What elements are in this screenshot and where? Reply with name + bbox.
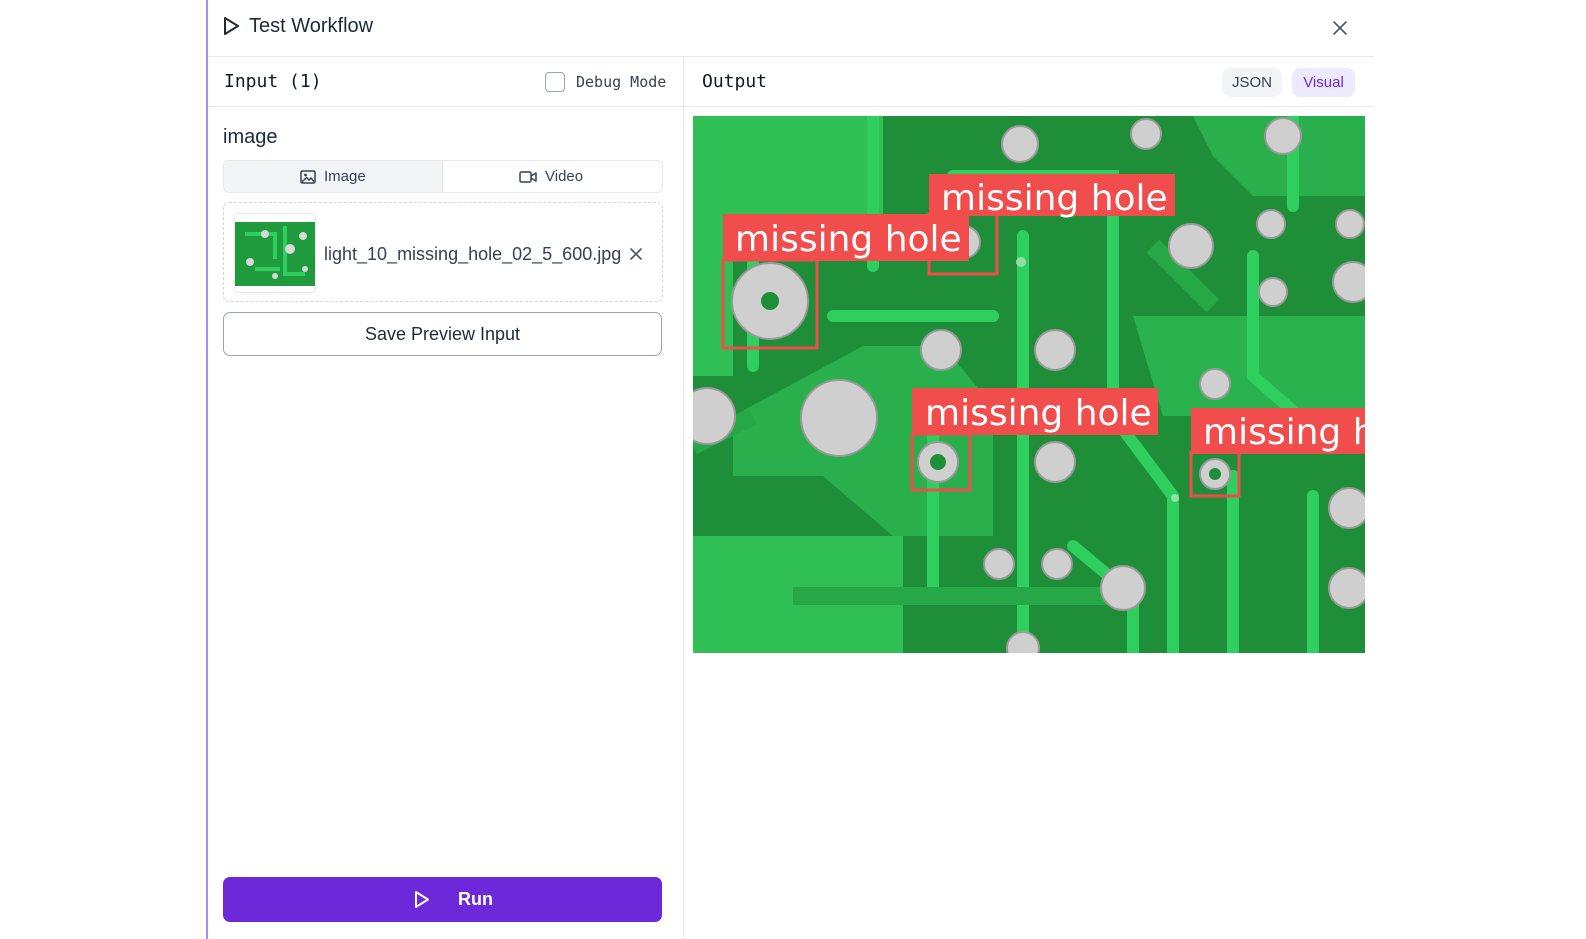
detection-label: missing hole xyxy=(735,219,962,260)
detection-label: missing hole xyxy=(941,178,1168,219)
media-type-toggle: Image Video xyxy=(223,160,663,193)
detection-label: missing hole xyxy=(925,393,1152,434)
video-tab-label: Video xyxy=(545,168,584,185)
debug-mode-checkbox[interactable] xyxy=(545,72,565,92)
save-preview-input-button[interactable]: Save Preview Input xyxy=(223,312,662,356)
panel-title: Test Workflow xyxy=(249,15,374,37)
input-title: Input (1) xyxy=(224,71,322,92)
play-icon xyxy=(224,17,239,35)
video-icon xyxy=(519,171,537,183)
file-name: light_10_missing_hole_02_5_600.jpg xyxy=(324,244,622,264)
image-field-label: image xyxy=(223,126,278,148)
output-title: Output xyxy=(702,71,768,92)
output-visualization: missing hole missing hole missing hole m… xyxy=(693,116,1365,653)
uploaded-file: light_10_missing_hole_02_5_600.jpg xyxy=(223,202,663,302)
input-header: Input (1) Debug Mode xyxy=(208,57,683,107)
tab-json[interactable]: JSON xyxy=(1222,68,1282,97)
remove-file-icon[interactable] xyxy=(627,245,645,263)
debug-mode-label: Debug Mode xyxy=(576,73,667,91)
title-bar: Test Workflow xyxy=(208,0,1374,57)
close-icon[interactable] xyxy=(1328,16,1352,40)
detection-label: missing hole xyxy=(1203,412,1365,453)
test-workflow-panel: Test Workflow Input (1) Debug Mode Outpu… xyxy=(208,0,1374,939)
play-icon xyxy=(415,891,429,908)
image-tab-label: Image xyxy=(324,168,366,185)
column-divider xyxy=(683,57,684,939)
output-header: Output JSON Visual xyxy=(684,57,1374,107)
file-thumbnail xyxy=(234,213,316,293)
tab-visual[interactable]: Visual xyxy=(1292,68,1355,97)
image-icon xyxy=(300,170,316,184)
run-button[interactable]: Run xyxy=(223,877,662,922)
video-tab[interactable]: Video xyxy=(443,161,662,192)
image-tab[interactable]: Image xyxy=(224,161,443,192)
pcb-image: missing hole missing hole missing hole m… xyxy=(693,116,1365,653)
run-button-label: Run xyxy=(458,889,493,909)
